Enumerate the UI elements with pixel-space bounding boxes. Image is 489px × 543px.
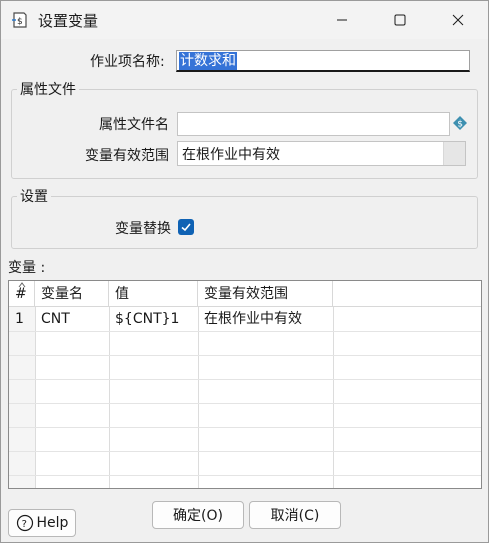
job-name-input[interactable]: 计数求和	[176, 50, 470, 72]
close-button[interactable]	[435, 1, 481, 39]
settings-group-title: 设置	[17, 186, 51, 206]
properties-file-group-title: 属性文件	[17, 79, 79, 99]
properties-file-name-label: 属性文件名	[99, 117, 169, 133]
window-title: 设置变量	[38, 12, 99, 30]
set-variables-dialog: $ 设置变量 作业项名称: 计数求和 属性文件 属性文件名 $ 变量有效范围 在…	[0, 0, 489, 543]
help-button[interactable]: ? Help	[8, 509, 76, 537]
svg-text:?: ?	[21, 519, 26, 530]
ok-button[interactable]: 确定(O)	[152, 501, 244, 529]
variable-value-cell[interactable]: ${CNT}1	[109, 307, 179, 331]
settings-group	[11, 196, 478, 249]
svg-text:$: $	[17, 17, 23, 27]
scope-dropdown-button[interactable]	[443, 142, 465, 165]
variable-replace-checkbox[interactable]	[178, 219, 194, 235]
maximize-icon	[394, 14, 406, 26]
title-bar[interactable]: $ 设置变量	[1, 1, 488, 39]
app-icon: $	[12, 12, 27, 28]
variable-replace-label: 变量替换	[115, 221, 171, 237]
scope-select-value: 在根作业中有效	[182, 146, 280, 163]
sort-ascending-icon	[18, 282, 26, 288]
properties-file-name-input[interactable]	[177, 112, 450, 136]
variables-label: 变量 :	[8, 260, 46, 276]
svg-text:$: $	[457, 120, 463, 130]
help-label: Help	[36, 515, 69, 531]
column-header-empty	[333, 281, 481, 307]
column-header-value[interactable]: 值	[109, 281, 198, 307]
scope-select[interactable]: 在根作业中有效	[177, 141, 466, 166]
minimize-icon	[337, 19, 347, 21]
variable-scope-cell[interactable]: 在根作业中有效	[198, 307, 302, 331]
checkmark-icon	[181, 223, 191, 232]
close-icon	[452, 14, 464, 26]
maximize-button[interactable]	[377, 1, 423, 39]
scope-label: 变量有效范围	[85, 148, 169, 164]
dialog-body: 作业项名称: 计数求和 属性文件 属性文件名 $ 变量有效范围 在根作业中有效 …	[1, 39, 488, 542]
variable-name-cell[interactable]: CNT	[35, 307, 70, 331]
variables-table[interactable]: # 变量名 值 变量有效范围 1 CNT ${CNT}1 在根作业中有效	[8, 280, 482, 489]
column-header-scope[interactable]: 变量有效范围	[198, 281, 333, 307]
variable-insert-icon[interactable]: $	[453, 116, 467, 130]
help-icon: ?	[16, 514, 33, 532]
job-name-value: 计数求和	[179, 51, 237, 70]
minimize-button[interactable]	[319, 1, 365, 39]
row-number: 1	[15, 311, 24, 327]
cancel-button[interactable]: 取消(C)	[249, 501, 341, 529]
column-header-name[interactable]: 变量名	[35, 281, 109, 307]
job-name-label: 作业项名称:	[90, 54, 165, 70]
